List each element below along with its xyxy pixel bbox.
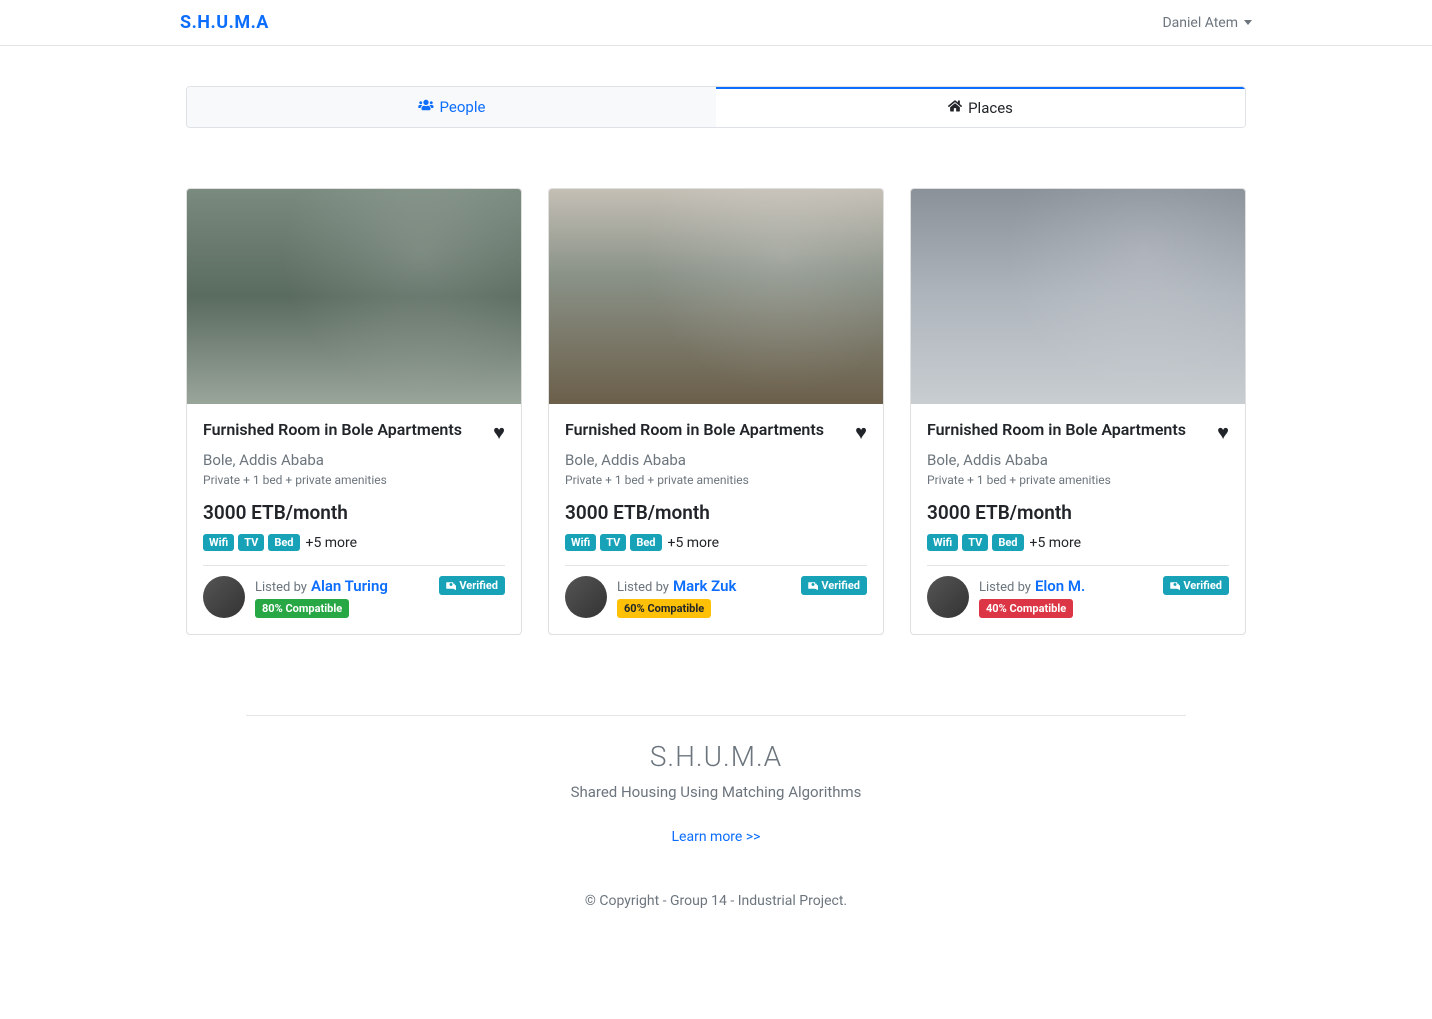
compatibility-badge: 80% Compatible: [255, 599, 349, 618]
amenity-badge: Wifi: [565, 534, 596, 551]
amenity-badge: Wifi: [203, 534, 234, 551]
heart-icon[interactable]: ♥: [855, 420, 867, 445]
lister-name[interactable]: Mark Zuk: [673, 577, 736, 595]
verified-icon: [1170, 581, 1180, 591]
verified-badge: Verified: [801, 576, 867, 595]
listing-grid: Furnished Room in Bole Apartments ♥ Bole…: [186, 188, 1246, 635]
listing-location: Bole, Addis Ababa: [565, 451, 867, 469]
listing-meta: Private + 1 bed + private amenities: [927, 473, 1229, 487]
footer-title: S.H.U.M.A: [186, 740, 1246, 773]
amenity-badge: TV: [238, 534, 264, 551]
listed-by-label: Listed by: [255, 580, 307, 595]
listing-footer: Listed by Alan Turing 80% Compatible Ver…: [203, 576, 505, 618]
more-amenities: +5 more: [306, 535, 358, 551]
listing-image: [549, 189, 883, 404]
listing-body: Furnished Room in Bole Apartments ♥ Bole…: [187, 404, 521, 634]
compatibility-badge: 40% Compatible: [979, 599, 1073, 618]
avatar[interactable]: [203, 576, 245, 618]
amenity-badge: Wifi: [927, 534, 958, 551]
lister-name[interactable]: Alan Turing: [311, 577, 388, 595]
tab-people[interactable]: People: [187, 87, 716, 127]
navbar: S.H.U.M.A Daniel Atem: [0, 0, 1432, 46]
listing-body: Furnished Room in Bole Apartments ♥ Bole…: [549, 404, 883, 634]
verified-icon: [808, 581, 818, 591]
verified-badge: Verified: [1163, 576, 1229, 595]
listing-price: 3000 ETB/month: [927, 501, 1229, 524]
lister-name[interactable]: Elon M.: [1035, 577, 1085, 595]
listing-price: 3000 ETB/month: [203, 501, 505, 524]
learn-more-link[interactable]: Learn more >>: [672, 829, 761, 845]
verified-icon: [446, 581, 456, 591]
user-menu[interactable]: Daniel Atem: [1162, 15, 1252, 31]
main-container: People Places Furnished Room in Bole Apa…: [186, 46, 1246, 969]
amenity-badge: Bed: [268, 534, 299, 551]
amenity-badge: TV: [962, 534, 988, 551]
footer-subtitle: Shared Housing Using Matching Algorithms: [186, 783, 1246, 801]
people-icon: [418, 99, 434, 115]
listing-image: [187, 189, 521, 404]
listing-meta: Private + 1 bed + private amenities: [565, 473, 867, 487]
more-amenities: +5 more: [668, 535, 720, 551]
amenity-badges: Wifi TV Bed +5 more: [565, 534, 867, 551]
listing-image: [911, 189, 1245, 404]
amenity-badges: Wifi TV Bed +5 more: [203, 534, 505, 551]
divider: [927, 565, 1229, 566]
places-icon: [948, 99, 962, 117]
listing-title: Furnished Room in Bole Apartments: [203, 420, 462, 441]
avatar[interactable]: [927, 576, 969, 618]
amenity-badge: Bed: [630, 534, 661, 551]
divider: [565, 565, 867, 566]
tab-places[interactable]: Places: [716, 87, 1245, 127]
tab-places-label: Places: [968, 99, 1013, 117]
heart-icon[interactable]: ♥: [493, 420, 505, 445]
more-amenities: +5 more: [1030, 535, 1082, 551]
listing-card[interactable]: Furnished Room in Bole Apartments ♥ Bole…: [910, 188, 1246, 635]
listing-price: 3000 ETB/month: [565, 501, 867, 524]
avatar[interactable]: [565, 576, 607, 618]
brand-logo[interactable]: S.H.U.M.A: [180, 12, 269, 33]
listing-card[interactable]: Furnished Room in Bole Apartments ♥ Bole…: [548, 188, 884, 635]
listing-footer: Listed by Elon M. 40% Compatible Verifie…: [927, 576, 1229, 618]
footer: S.H.U.M.A Shared Housing Using Matching …: [186, 715, 1246, 909]
listing-location: Bole, Addis Ababa: [927, 451, 1229, 469]
heart-icon[interactable]: ♥: [1217, 420, 1229, 445]
listed-by-label: Listed by: [617, 580, 669, 595]
listing-footer: Listed by Mark Zuk 60% Compatible Verifi…: [565, 576, 867, 618]
verified-badge: Verified: [439, 576, 505, 595]
tab-people-label: People: [440, 98, 486, 116]
tabs: People Places: [186, 86, 1246, 128]
listing-location: Bole, Addis Ababa: [203, 451, 505, 469]
amenity-badge: Bed: [992, 534, 1023, 551]
amenity-badges: Wifi TV Bed +5 more: [927, 534, 1229, 551]
copyright: © Copyright - Group 14 - Industrial Proj…: [186, 893, 1246, 909]
divider: [203, 565, 505, 566]
user-name: Daniel Atem: [1162, 15, 1238, 31]
listing-title: Furnished Room in Bole Apartments: [927, 420, 1186, 441]
amenity-badge: TV: [600, 534, 626, 551]
listing-title: Furnished Room in Bole Apartments: [565, 420, 824, 441]
listed-by-label: Listed by: [979, 580, 1031, 595]
divider: [246, 715, 1186, 716]
compatibility-badge: 60% Compatible: [617, 599, 711, 618]
listing-body: Furnished Room in Bole Apartments ♥ Bole…: [911, 404, 1245, 634]
listing-meta: Private + 1 bed + private amenities: [203, 473, 505, 487]
listing-card[interactable]: Furnished Room in Bole Apartments ♥ Bole…: [186, 188, 522, 635]
chevron-down-icon: [1244, 20, 1252, 25]
